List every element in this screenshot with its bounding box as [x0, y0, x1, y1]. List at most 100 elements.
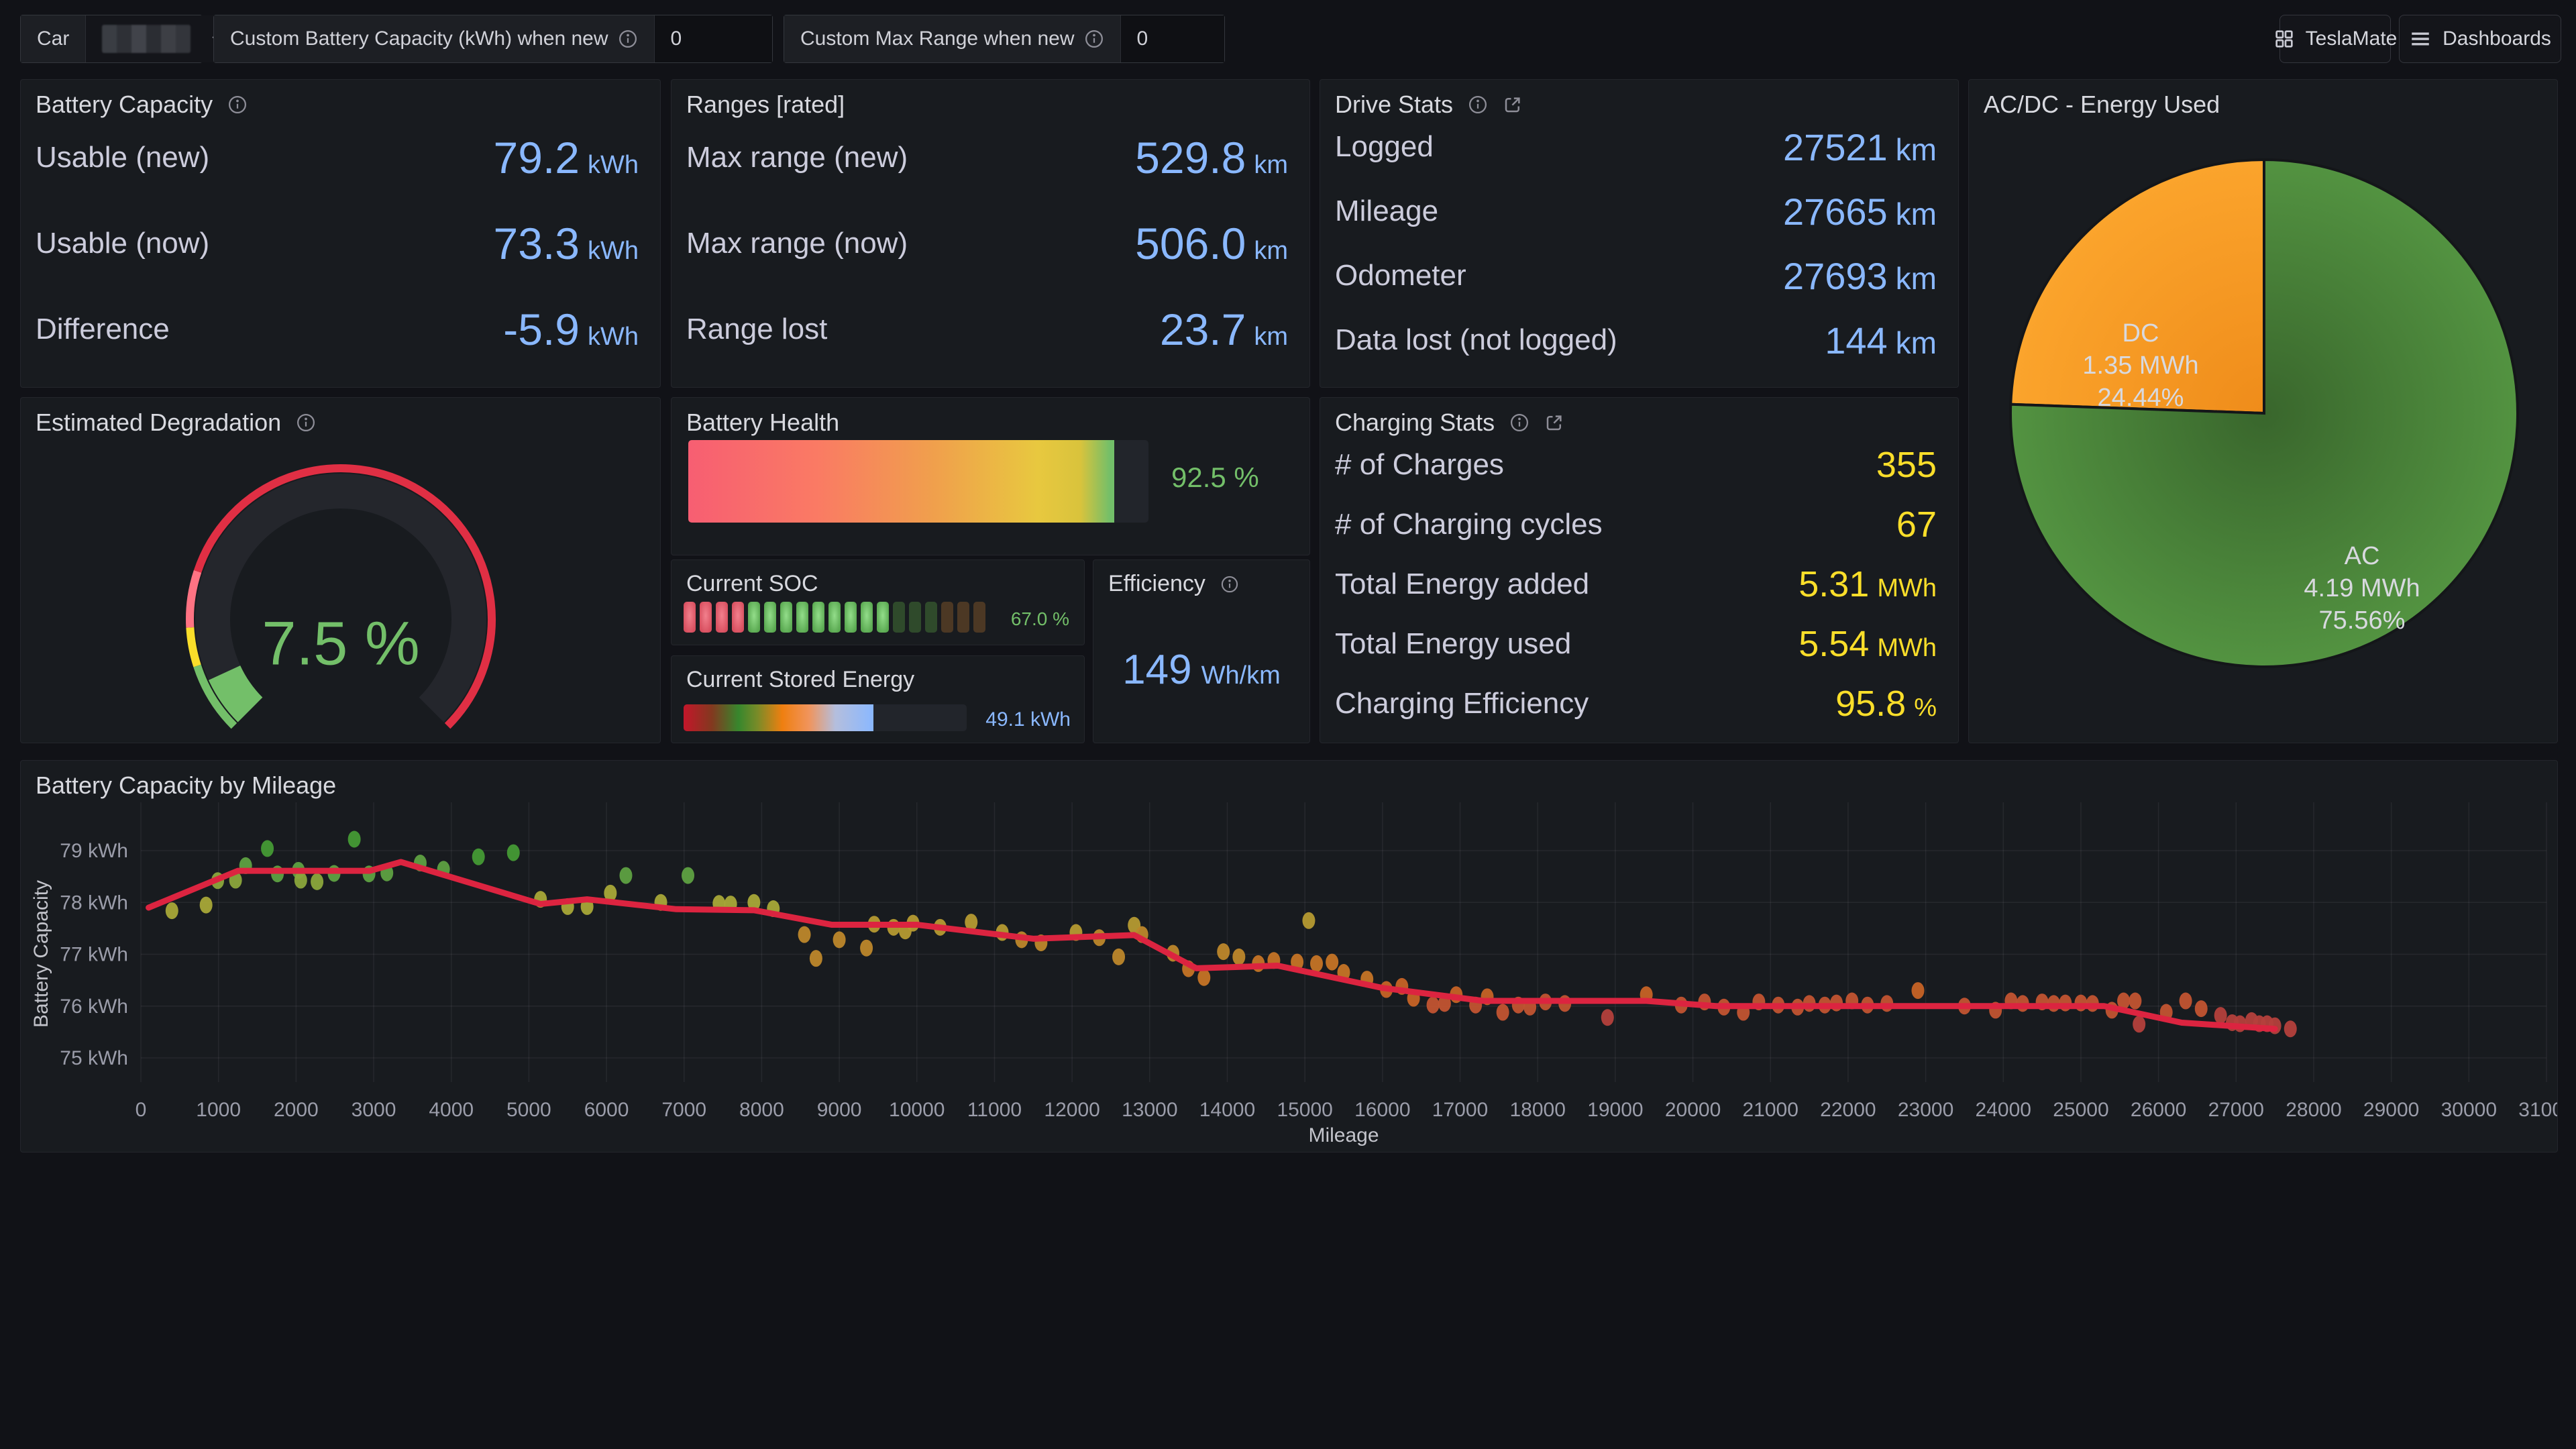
stat-value: 79.2kWh: [494, 132, 639, 183]
svg-text:4000: 4000: [429, 1099, 474, 1121]
battery-health-bar-fill: [688, 440, 1114, 523]
panel-title: Current Stored Energy: [686, 667, 914, 693]
stat-label: Max range (now): [686, 227, 908, 260]
drive-stats-rows: Logged27521km Mileage27665km Odometer27693…: [1335, 115, 1937, 372]
info-icon[interactable]: [227, 95, 248, 115]
x-axis-label: Mileage: [1308, 1124, 1379, 1146]
stat-label: Difference: [36, 313, 170, 346]
panel-drive-stats: Drive Stats Logged27521kmMileage27665kmO…: [1320, 79, 1959, 388]
soc-cell: [893, 602, 905, 633]
ranges-rows: Max range (new)529.8kmMax range (now)506…: [686, 115, 1288, 372]
stat-value: 27521km: [1783, 125, 1937, 169]
stat-label: # of Charging cycles: [1335, 508, 1603, 541]
info-icon[interactable]: [1084, 29, 1104, 49]
custom-max-range-input[interactable]: 0: [1121, 15, 1224, 62]
stat-label: Total Energy used: [1335, 627, 1571, 661]
stat-value: 529.8km: [1135, 132, 1288, 183]
stat-row: # of Charging cycles 67: [1335, 504, 1937, 545]
svg-text:29000: 29000: [2363, 1099, 2419, 1121]
svg-text:8000: 8000: [739, 1099, 784, 1121]
svg-text:0: 0: [136, 1099, 147, 1121]
svg-text:6000: 6000: [584, 1099, 629, 1121]
svg-text:10000: 10000: [889, 1099, 945, 1121]
svg-text:17000: 17000: [1432, 1099, 1488, 1121]
menu-icon: [2409, 28, 2432, 50]
svg-text:19000: 19000: [1587, 1099, 1643, 1121]
panel-battery-health: Battery Health 92.5 %: [671, 397, 1310, 555]
stat-label: Charging Efficiency: [1335, 687, 1589, 720]
dashboards-button[interactable]: Dashboards: [2399, 15, 2561, 63]
svg-text:76 kWh: 76 kWh: [60, 996, 128, 1018]
svg-text:31000: 31000: [2518, 1099, 2558, 1121]
stat-row: Max range (new)529.8km: [686, 132, 1288, 183]
info-icon[interactable]: [618, 29, 638, 49]
stat-value: 144km: [1825, 319, 1937, 362]
panel-title: Charging Stats: [1335, 409, 1495, 437]
stat-label: Total Energy added: [1335, 568, 1589, 601]
soc-cell: [796, 602, 808, 633]
stat-label: Data lost (not logged): [1335, 323, 1617, 357]
svg-text:24000: 24000: [1976, 1099, 2031, 1121]
stat-row: Mileage27665km: [1335, 190, 1937, 233]
stat-row: Data lost (not logged) 144km: [1335, 319, 1937, 362]
stat-row: Total Energy used5.54MWh: [1335, 623, 1937, 665]
info-icon[interactable]: [1509, 413, 1529, 433]
stored-energy-bar-track: [684, 704, 967, 731]
svg-text:14000: 14000: [1199, 1099, 1255, 1121]
external-link-icon[interactable]: [1503, 95, 1523, 115]
info-icon[interactable]: [1220, 575, 1239, 594]
car-variable-selector[interactable]: Car: [20, 15, 203, 63]
stat-value: 5.31MWh: [1799, 564, 1937, 605]
soc-cell: [684, 602, 696, 633]
soc-cell: [877, 602, 889, 633]
info-icon[interactable]: [1468, 95, 1488, 115]
panel-battery-capacity-by-mileage: Battery Capacity by Mileage 75 kWh76 kWh…: [20, 760, 2558, 1152]
svg-text:27000: 27000: [2208, 1099, 2264, 1121]
soc-cell: [925, 602, 937, 633]
soc-lcd-gauge: [684, 602, 985, 633]
stat-label: Range lost: [686, 313, 827, 346]
stat-row: Odometer27693km: [1335, 254, 1937, 298]
panel-estimated-degradation: Estimated Degradation 7.5 %: [20, 397, 661, 743]
y-axis-label: Battery Capacity: [30, 880, 52, 1028]
custom-battery-capacity-input[interactable]: 0: [655, 15, 772, 62]
svg-text:16000: 16000: [1354, 1099, 1410, 1121]
grid-icon: [2273, 28, 2295, 50]
charging-stats-rows: # of Charges355# of Charging cycles67Tot…: [1335, 435, 1937, 733]
svg-text:28000: 28000: [2286, 1099, 2341, 1121]
soc-cell: [732, 602, 744, 633]
panel-current-soc: Current SOC 67.0 %: [671, 559, 1085, 645]
battery-health-bar-track: [688, 440, 1148, 523]
external-link-icon[interactable]: [1544, 413, 1564, 433]
soc-cell: [700, 602, 712, 633]
stat-value: 73.3kWh: [494, 218, 639, 269]
svg-text:2000: 2000: [274, 1099, 319, 1121]
stat-label: Mileage: [1335, 195, 1438, 228]
panel-title: Battery Health: [686, 409, 839, 437]
teslamate-button[interactable]: TeslaMate: [2279, 15, 2391, 63]
custom-max-range-label: Custom Max Range when new: [784, 15, 1121, 62]
stat-value: 95.8%: [1835, 683, 1937, 724]
stat-row: Charging Efficiency 95.8%: [1335, 683, 1937, 724]
stat-label: # of Charges: [1335, 448, 1504, 482]
stat-row: Usable (now)73.3kWh: [36, 218, 639, 269]
custom-max-range-field: Custom Max Range when new 0: [784, 15, 1225, 63]
stored-energy-bar-fill: [684, 704, 873, 731]
soc-cell: [812, 602, 824, 633]
soc-cell: [957, 602, 969, 633]
panel-title: Efficiency: [1108, 571, 1205, 597]
stat-row: Total Energy added 5.31MWh: [1335, 564, 1937, 605]
battery-capacity-rows: Usable (new)79.2kWhUsable (now)73.3kWhDi…: [36, 115, 639, 372]
soc-cell: [748, 602, 760, 633]
panel-ranges: Ranges [rated] Max range (new)529.8kmMax…: [671, 79, 1310, 388]
stat-value: 67: [1896, 504, 1937, 545]
stat-row: Logged27521km: [1335, 125, 1937, 169]
svg-text:78 kWh: 78 kWh: [60, 892, 128, 914]
stored-energy-value: 49.1 kWh: [985, 708, 1071, 731]
stat-value: 27693km: [1783, 254, 1937, 298]
battery-capacity-chart[interactable]: 75 kWh76 kWh77 kWh78 kWh79 kWh0100020003…: [21, 761, 2558, 1152]
svg-text:15000: 15000: [1277, 1099, 1332, 1121]
acdc-pie-chart: DC1.35 MWh24.44%AC4.19 MWh75.56%: [1969, 80, 2558, 743]
degradation-value: 7.5 %: [262, 609, 419, 678]
svg-text:7000: 7000: [661, 1099, 706, 1121]
